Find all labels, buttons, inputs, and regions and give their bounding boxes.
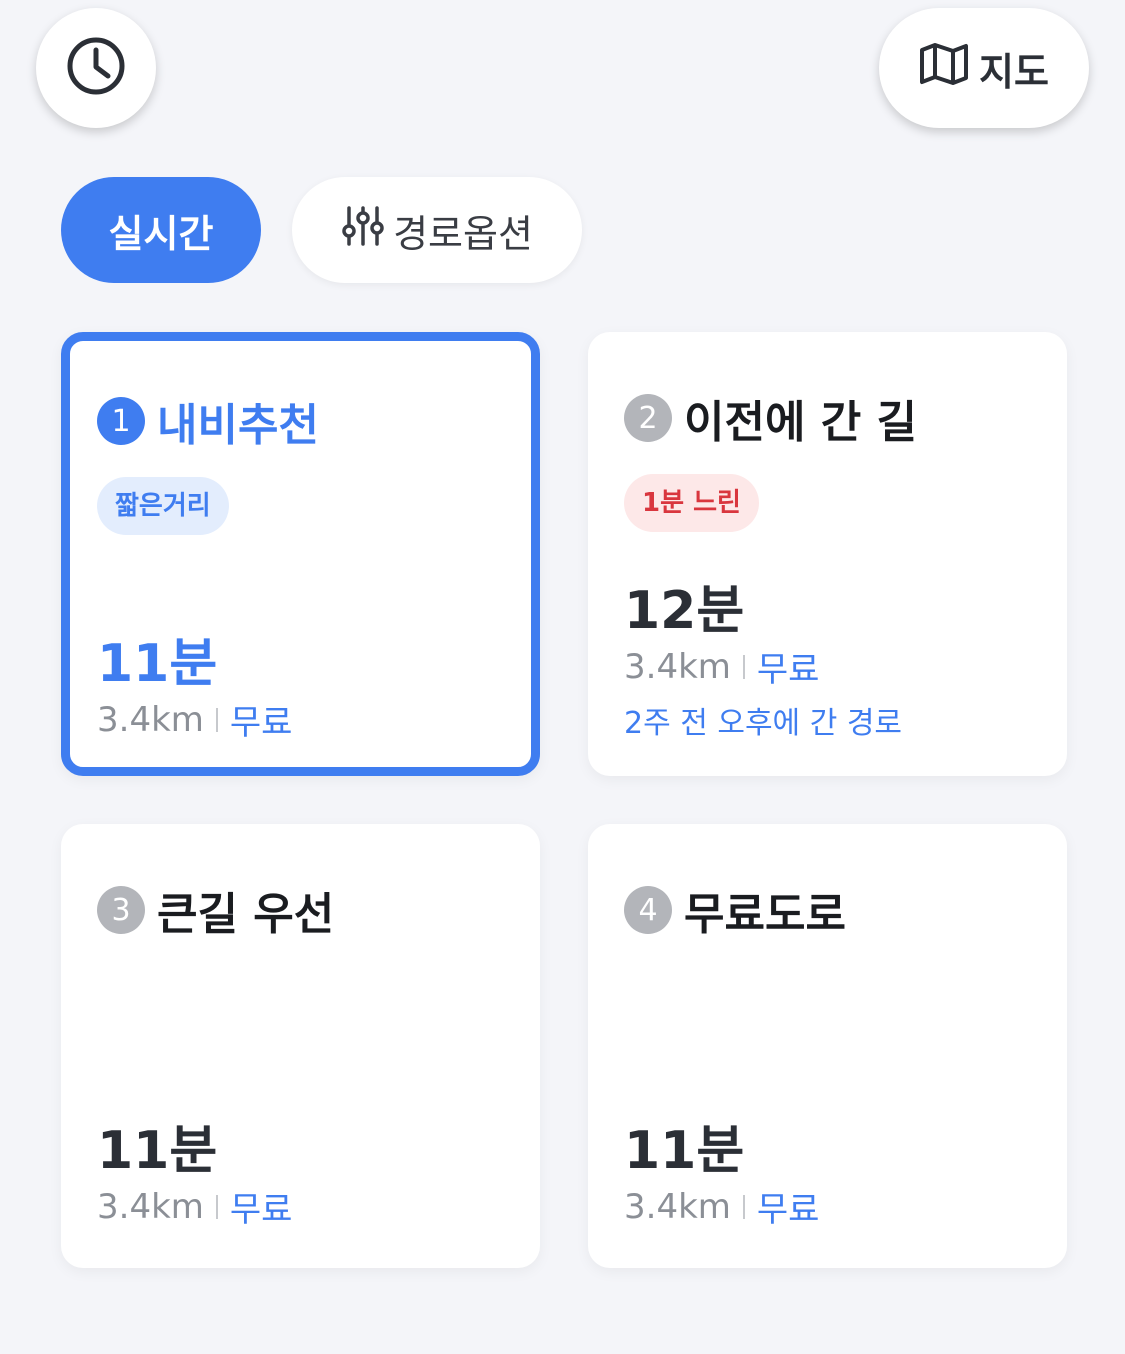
history-button[interactable] xyxy=(36,8,156,128)
route-time: 11분 xyxy=(97,634,218,694)
sliders-icon xyxy=(341,204,385,257)
route-fee: 무료 xyxy=(229,1190,293,1230)
route-number-badge: 1 xyxy=(97,397,145,445)
map-icon xyxy=(919,42,969,95)
realtime-filter-button[interactable]: 실시간 xyxy=(61,177,261,283)
route-time: 11분 xyxy=(624,1121,745,1181)
meta-divider xyxy=(742,654,745,679)
route-card-4[interactable]: 4 무료도로 11분 3.4km 무료 xyxy=(588,824,1067,1268)
route-tag-badge: 1분 느린 xyxy=(624,474,759,532)
route-history-note: 2주 전 오후에 간 경로 xyxy=(624,706,903,741)
route-meta: 3.4km 무료 xyxy=(624,1182,819,1231)
route-title: 무료도로 xyxy=(684,889,846,940)
route-tag-badge: 짧은거리 xyxy=(97,477,229,535)
route-number-badge: 4 xyxy=(624,886,672,934)
route-fee: 무료 xyxy=(229,703,293,743)
meta-divider xyxy=(742,1194,745,1219)
route-distance: 3.4km xyxy=(97,1186,204,1227)
route-number-badge: 2 xyxy=(624,394,672,442)
route-time: 12분 xyxy=(624,581,745,641)
realtime-label: 실시간 xyxy=(108,211,214,256)
route-options-label: 경로옵션 xyxy=(393,211,533,256)
route-meta: 3.4km 무료 xyxy=(97,695,292,744)
map-button[interactable]: 지도 xyxy=(879,8,1089,128)
route-card-2[interactable]: 2 이전에 간 길 1분 느린 12분 3.4km 무료 2주 전 오후에 간 … xyxy=(588,332,1067,776)
route-meta: 3.4km 무료 xyxy=(624,642,819,691)
route-distance: 3.4km xyxy=(97,699,204,740)
meta-divider xyxy=(215,1194,218,1219)
route-fee: 무료 xyxy=(756,1190,820,1230)
meta-divider xyxy=(215,707,218,732)
route-card-3[interactable]: 3 큰길 우선 11분 3.4km 무료 xyxy=(61,824,540,1268)
route-distance: 3.4km xyxy=(624,1186,731,1227)
route-card-1[interactable]: 1 내비추천 짧은거리 11분 3.4km 무료 xyxy=(61,332,540,776)
route-number-badge: 3 xyxy=(97,886,145,934)
route-options-button[interactable]: 경로옵션 xyxy=(292,177,582,283)
route-distance: 3.4km xyxy=(624,646,731,687)
route-title: 내비추천 xyxy=(157,400,319,451)
route-meta: 3.4km 무료 xyxy=(97,1182,292,1231)
map-button-label: 지도 xyxy=(979,49,1049,94)
route-fee: 무료 xyxy=(756,650,820,690)
route-time: 11분 xyxy=(97,1121,218,1181)
route-title: 이전에 간 길 xyxy=(684,397,918,448)
route-title: 큰길 우선 xyxy=(157,889,335,940)
clock-icon xyxy=(64,34,128,102)
